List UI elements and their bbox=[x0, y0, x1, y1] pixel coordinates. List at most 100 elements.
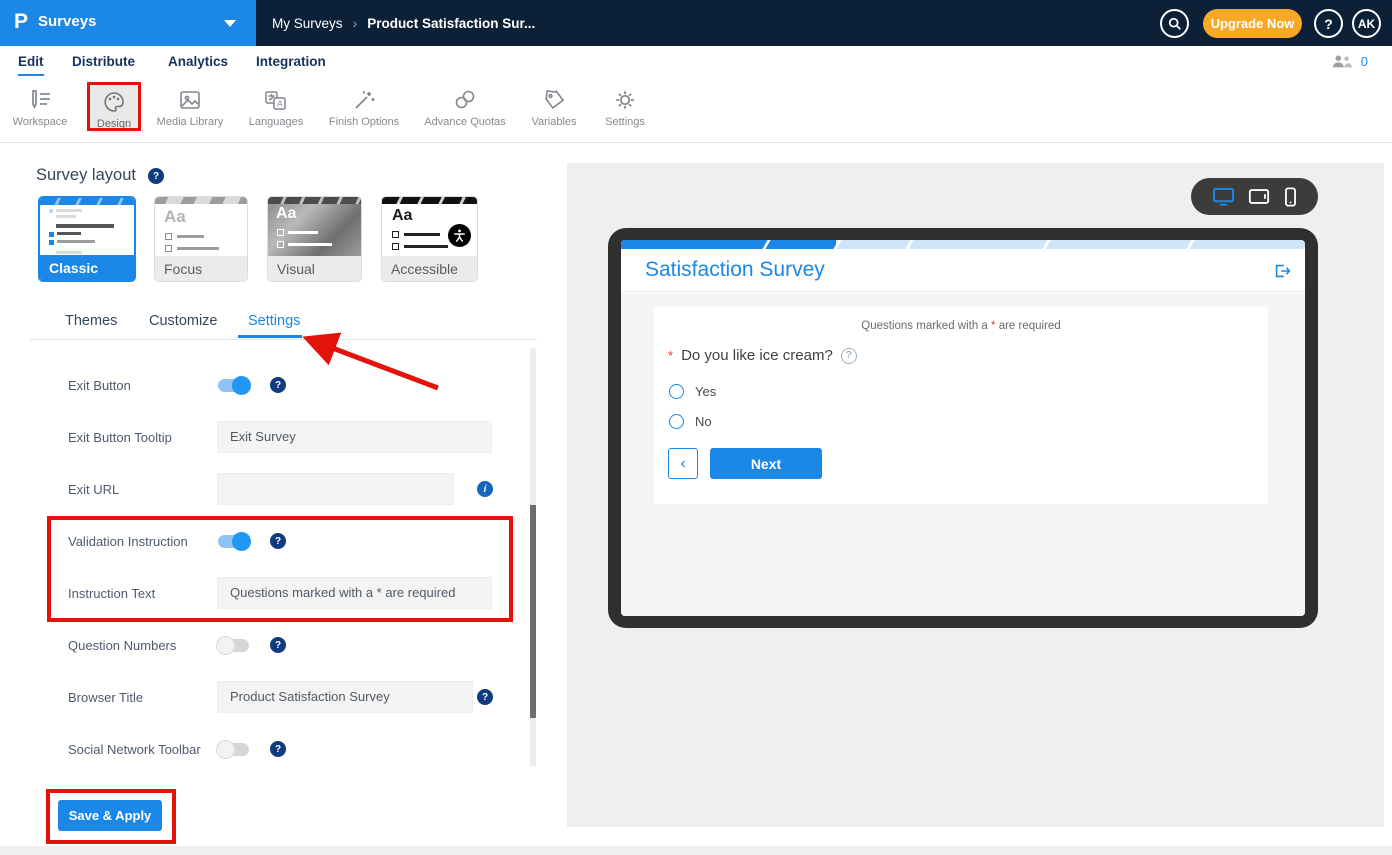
exit-button-help[interactable]: ? bbox=[270, 377, 286, 393]
accessibility-icon bbox=[448, 224, 471, 247]
exit-button-tooltip-input[interactable]: Exit Survey bbox=[217, 421, 492, 453]
survey-title: Satisfaction Survey bbox=[645, 258, 825, 282]
exit-survey-button[interactable] bbox=[1273, 262, 1291, 285]
chevron-left-icon: ‹ bbox=[680, 455, 685, 473]
label-social-network-toolbar: Social Network Toolbar bbox=[68, 742, 201, 757]
device-desktop-button[interactable] bbox=[1212, 187, 1235, 206]
question-numbers-help[interactable]: ? bbox=[270, 637, 286, 653]
tab-customize[interactable]: Customize bbox=[149, 313, 218, 329]
svg-text:A: A bbox=[277, 99, 283, 109]
exit-url-info[interactable]: i bbox=[477, 481, 493, 497]
tab-themes[interactable]: Themes bbox=[65, 313, 117, 329]
instruction-text-input[interactable]: Questions marked with a * are required bbox=[217, 577, 492, 609]
tab-edit[interactable]: Edit bbox=[18, 54, 44, 69]
desktop-icon bbox=[1212, 187, 1235, 206]
radio-option-no[interactable]: No bbox=[669, 414, 712, 429]
top-header: P Surveys My Surveys › Product Satisfact… bbox=[0, 0, 1392, 46]
palette-icon bbox=[90, 87, 138, 117]
chain-link-icon bbox=[420, 85, 510, 115]
social-network-toolbar-help[interactable]: ? bbox=[270, 741, 286, 757]
tablet-icon bbox=[1248, 188, 1270, 205]
collaborators-count: 0 bbox=[1361, 54, 1368, 69]
social-network-toolbar-toggle[interactable] bbox=[218, 743, 249, 756]
layout-option-accessible[interactable]: Aa Accessible bbox=[381, 196, 478, 282]
layout-label-focus: Focus bbox=[155, 256, 247, 281]
layout-label-accessible: Accessible bbox=[382, 256, 477, 281]
layout-label-classic: Classic bbox=[40, 255, 134, 280]
panel-scrollbar-thumb[interactable] bbox=[530, 505, 536, 718]
toolbar-item-variables[interactable]: Variables bbox=[519, 85, 589, 128]
exit-button-toggle[interactable] bbox=[218, 379, 249, 392]
radio-circle-icon bbox=[669, 414, 684, 429]
question-help-button[interactable]: ? bbox=[841, 348, 857, 364]
edit-toolbar: Workspace Design Media Library A bbox=[0, 78, 1392, 143]
progress-bar-fill bbox=[621, 240, 836, 249]
tab-analytics[interactable]: Analytics bbox=[168, 54, 228, 69]
validation-instruction-toggle[interactable] bbox=[218, 535, 249, 548]
radio-option-yes[interactable]: Yes bbox=[669, 384, 716, 399]
accessible-thumbnail: Aa bbox=[382, 197, 477, 256]
exit-url-input[interactable] bbox=[217, 473, 454, 505]
bottom-strip bbox=[0, 846, 1392, 855]
survey-layout-help-button[interactable]: ? bbox=[148, 168, 164, 184]
toolbar-item-languages[interactable]: A Languages bbox=[241, 85, 311, 128]
focus-thumbnail: Aa bbox=[155, 197, 247, 256]
survey-body: Questions marked with a * are required *… bbox=[621, 293, 1305, 616]
layout-option-classic[interactable]: Classic bbox=[38, 196, 136, 282]
browser-title-input[interactable]: Product Satisfaction Survey bbox=[217, 681, 473, 713]
question-numbers-toggle[interactable] bbox=[218, 639, 249, 652]
tab-settings[interactable]: Settings bbox=[248, 313, 300, 329]
label-instruction-text: Instruction Text bbox=[68, 586, 155, 601]
back-button[interactable]: ‹ bbox=[668, 448, 698, 479]
breadcrumb-current: Product Satisfaction Sur... bbox=[367, 16, 535, 31]
breadcrumb-my-surveys[interactable]: My Surveys bbox=[272, 16, 343, 31]
translate-icon: A bbox=[241, 85, 311, 115]
visual-thumbnail: Aa bbox=[268, 197, 361, 256]
layout-option-visual[interactable]: Aa Visual bbox=[267, 196, 362, 282]
label-browser-title: Browser Title bbox=[68, 690, 143, 705]
toolbar-item-design[interactable]: Design bbox=[90, 85, 138, 133]
chevron-down-icon bbox=[224, 20, 236, 27]
classic-thumbnail bbox=[40, 198, 134, 255]
questionpro-logo-icon: P bbox=[14, 10, 28, 34]
browser-title-help[interactable]: ? bbox=[477, 689, 493, 705]
toolbar-item-advance-quotas[interactable]: Advance Quotas bbox=[420, 85, 510, 128]
gear-icon bbox=[593, 85, 657, 115]
radio-circle-icon bbox=[669, 384, 684, 399]
survey-question-card: Questions marked with a * are required *… bbox=[654, 307, 1268, 504]
save-apply-button[interactable]: Save & Apply bbox=[58, 800, 162, 831]
device-tablet-button[interactable] bbox=[1248, 188, 1270, 205]
tabs-divider bbox=[30, 339, 537, 340]
next-button[interactable]: Next bbox=[710, 448, 822, 479]
tab-distribute[interactable]: Distribute bbox=[72, 54, 135, 69]
help-button[interactable]: ? bbox=[1314, 9, 1343, 38]
preview-panel: Satisfaction Survey Questions marked wit… bbox=[567, 163, 1384, 827]
collaborators-button[interactable]: 0 bbox=[1331, 53, 1368, 69]
device-mobile-button[interactable] bbox=[1284, 187, 1297, 207]
validation-instruction-help[interactable]: ? bbox=[270, 533, 286, 549]
survey-preview-screen: Satisfaction Survey Questions marked wit… bbox=[621, 240, 1305, 616]
avatar[interactable]: AK bbox=[1352, 9, 1381, 38]
toolbar-item-workspace[interactable]: Workspace bbox=[5, 85, 75, 128]
tablet-preview-frame: Satisfaction Survey Questions marked wit… bbox=[608, 228, 1318, 628]
search-icon bbox=[1168, 17, 1182, 31]
exit-icon bbox=[1273, 262, 1291, 280]
layout-option-focus[interactable]: Aa Focus bbox=[154, 196, 248, 282]
tab-integration[interactable]: Integration bbox=[256, 54, 326, 69]
layout-label-visual: Visual bbox=[268, 256, 361, 281]
toolbar-item-settings[interactable]: Settings bbox=[593, 85, 657, 128]
label-exit-button-tooltip: Exit Button Tooltip bbox=[68, 430, 172, 445]
product-switcher[interactable]: P Surveys bbox=[0, 0, 256, 46]
toolbar-item-media-library[interactable]: Media Library bbox=[152, 85, 228, 128]
magic-wand-icon bbox=[324, 85, 404, 115]
upgrade-now-button[interactable]: Upgrade Now bbox=[1203, 9, 1302, 38]
toolbar-item-finish-options[interactable]: Finish Options bbox=[324, 85, 404, 128]
label-validation-instruction: Validation Instruction bbox=[68, 534, 188, 549]
people-icon bbox=[1331, 53, 1353, 69]
label-question-numbers: Question Numbers bbox=[68, 638, 176, 653]
search-button[interactable] bbox=[1160, 9, 1189, 38]
survey-header: Satisfaction Survey bbox=[621, 249, 1305, 292]
breadcrumb: My Surveys › Product Satisfaction Sur... bbox=[272, 0, 535, 46]
validation-instruction-text: Questions marked with a * are required bbox=[654, 320, 1268, 332]
required-marker: * bbox=[668, 348, 673, 363]
